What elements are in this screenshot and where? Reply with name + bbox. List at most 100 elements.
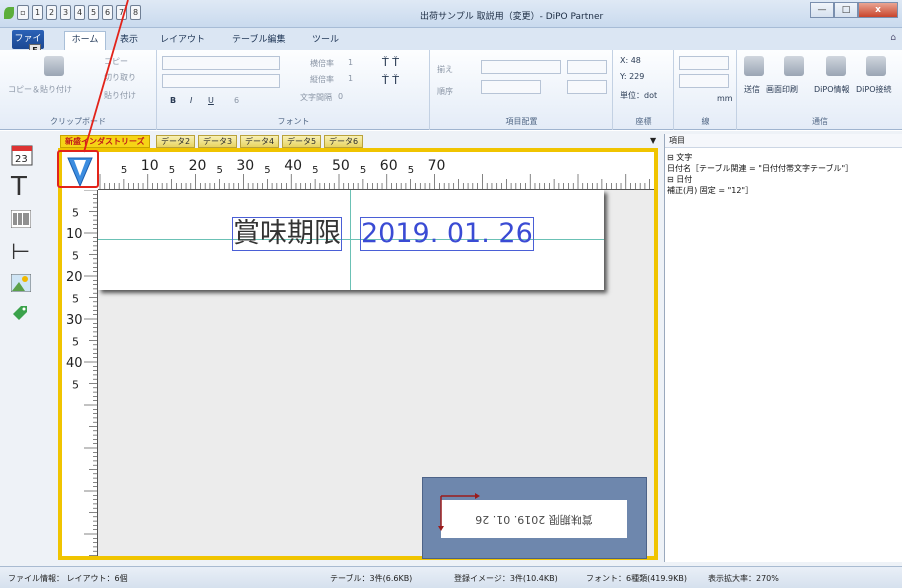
line-color-select[interactable] bbox=[679, 74, 729, 88]
bold-button[interactable]: B bbox=[170, 96, 176, 105]
vscale-value[interactable]: 1 bbox=[348, 74, 353, 83]
qat-layout-4[interactable]: 4 bbox=[74, 5, 85, 20]
paste-button[interactable]: 貼り付け bbox=[104, 90, 136, 101]
ruler-label: 40 bbox=[284, 158, 302, 174]
horizontal-ruler: 5 10 5 20 5 30 5 40 5 50 5 60 5 70 bbox=[98, 152, 654, 190]
italic-button[interactable]: I bbox=[190, 96, 192, 105]
qat-layout-8[interactable]: 8 bbox=[130, 5, 141, 20]
text-fit-icon[interactable]: Ť Ť bbox=[382, 74, 399, 87]
coord-y[interactable]: Y: 229 bbox=[620, 72, 644, 81]
underline-button[interactable]: U bbox=[208, 96, 214, 105]
screen-print-button[interactable]: 画面印刷 bbox=[766, 84, 798, 95]
dipo-info-button[interactable]: DiPO情報 bbox=[814, 84, 850, 95]
ruler-label: 70 bbox=[428, 158, 446, 174]
print-preview-thumbnail[interactable]: 賞味期限 2019. 01. 26 bbox=[422, 477, 647, 559]
minimize-button[interactable]: — bbox=[810, 2, 834, 18]
vertical-ruler: 5 10 5 20 5 30 5 40 5 bbox=[62, 190, 98, 556]
hscale-label: 横倍率 bbox=[310, 59, 334, 68]
spacing-buttons[interactable] bbox=[567, 80, 607, 94]
font-name-select[interactable] bbox=[162, 56, 280, 70]
ribbon: コピー＆貼り付け コピー 切り取り 貼り付け クリップボード 横倍率 1 縦倍率… bbox=[0, 50, 902, 130]
svg-text:23: 23 bbox=[15, 154, 28, 165]
spacing-label: 文字間隔 bbox=[300, 93, 332, 102]
line-tool-icon[interactable]: ⊢ bbox=[11, 242, 39, 270]
tabs-dropdown-icon[interactable]: ▼ bbox=[650, 136, 656, 145]
status-images: 登録イメージ：3件(10.4KB) bbox=[454, 574, 558, 583]
cut-button[interactable]: 切り取り bbox=[104, 72, 136, 83]
close-button[interactable]: x bbox=[858, 2, 898, 18]
ruler-label: 20 bbox=[189, 158, 207, 174]
tree-node-date[interactable]: ⊟ 日付 bbox=[667, 174, 853, 185]
tab-layout[interactable]: レイアウト bbox=[160, 32, 205, 45]
tab-tools[interactable]: ツール bbox=[312, 32, 339, 45]
tool-palette: 23 T ⊢ bbox=[5, 134, 53, 554]
ruler-label: 5 bbox=[72, 379, 79, 392]
group-label-coords: 座標 bbox=[635, 117, 652, 126]
layout-tab-2[interactable]: データ2 bbox=[156, 135, 196, 148]
group-label-line: 線 bbox=[701, 117, 710, 126]
qat-layout-1[interactable]: 1 bbox=[32, 5, 43, 20]
ruler-label: 5 bbox=[408, 165, 414, 176]
ruler-label: 5 bbox=[312, 165, 318, 176]
annotation-highlight-box bbox=[57, 150, 99, 188]
coord-x[interactable]: X: 48 bbox=[620, 56, 641, 65]
layout-tab-1[interactable]: 新盛インダストリーズ bbox=[60, 135, 150, 148]
layout-tab-6[interactable]: データ6 bbox=[324, 135, 364, 148]
dipo-connect-icon bbox=[866, 56, 886, 76]
distribute-buttons[interactable] bbox=[567, 60, 607, 74]
spacing-value[interactable]: 0 bbox=[338, 92, 343, 101]
tree-node-date-child[interactable]: 補正(月) 固定 = "12"］ bbox=[667, 185, 853, 196]
dipo-connect-button[interactable]: DiPO接続 bbox=[856, 84, 892, 95]
align-buttons[interactable] bbox=[481, 60, 561, 74]
tree-node-text[interactable]: ⊟ 文字 bbox=[667, 152, 853, 163]
group-arrange: 揃え 順序 項目配置 bbox=[431, 50, 613, 130]
layout-tab-3[interactable]: データ3 bbox=[198, 135, 238, 148]
qat-layout-6[interactable]: 6 bbox=[102, 5, 113, 20]
ruler-label: 30 bbox=[236, 158, 254, 174]
tab-table-edit[interactable]: テーブル編集 bbox=[232, 32, 285, 45]
text-direction-icon[interactable]: Ť Ť bbox=[382, 56, 399, 69]
save-icon[interactable]: ▫ bbox=[17, 5, 29, 20]
label-canvas[interactable]: 賞味期限 2019. 01. 26 bbox=[98, 190, 604, 290]
order-button[interactable]: 順序 bbox=[437, 86, 453, 97]
tab-view[interactable]: 表示 bbox=[120, 32, 138, 45]
calendar-tool-icon[interactable]: 23 bbox=[11, 142, 39, 170]
line-style-select[interactable] bbox=[679, 56, 729, 70]
image-tool-icon[interactable] bbox=[10, 273, 39, 302]
ruler-label: 5 bbox=[72, 336, 79, 349]
group-comm: 送信 画面印刷 DiPO情報 DiPO接続 通信 bbox=[738, 50, 902, 130]
hscale-value[interactable]: 1 bbox=[348, 58, 353, 67]
layout-tab-4[interactable]: データ4 bbox=[240, 135, 280, 148]
barcode-tool-icon[interactable] bbox=[10, 209, 39, 238]
item-tree: ⊟ 文字 日付名［テーブル関連 = "日付付帯文字テーブル"］ ⊟ 日付 補正(… bbox=[667, 152, 853, 196]
send-button[interactable]: 送信 bbox=[744, 84, 760, 95]
order-buttons[interactable] bbox=[481, 80, 541, 94]
copy-paste-button[interactable]: コピー＆貼り付け bbox=[8, 84, 72, 95]
font-size-value[interactable]: 6 bbox=[234, 96, 239, 105]
ruler-label: 50 bbox=[332, 158, 350, 174]
layout-tabs: 新盛インダストリーズ データ2 データ3 データ4 データ5 データ6 ▼ bbox=[58, 134, 662, 148]
send-icon bbox=[744, 56, 764, 76]
ruler-label: 10 bbox=[141, 158, 159, 174]
qat-layout-7[interactable]: 7 bbox=[116, 5, 127, 20]
copy-button[interactable]: コピー bbox=[104, 56, 128, 67]
font-style-select[interactable] bbox=[162, 74, 280, 88]
text-field-expiry-label[interactable]: 賞味期限 bbox=[232, 217, 342, 251]
help-icon[interactable]: ⌂ bbox=[890, 33, 896, 43]
tag-tool-icon[interactable] bbox=[11, 304, 39, 332]
qat-layout-3[interactable]: 3 bbox=[60, 5, 71, 20]
tree-node-text-child[interactable]: 日付名［テーブル関連 = "日付付帯文字テーブル"］ bbox=[667, 163, 853, 174]
tab-home[interactable]: ホーム bbox=[64, 31, 106, 50]
date-field-expiry[interactable]: 2019. 01. 26 bbox=[360, 217, 534, 251]
layout-tab-5[interactable]: データ5 bbox=[282, 135, 322, 148]
ruler-label: 5 bbox=[360, 165, 366, 176]
dipo-info-icon bbox=[826, 56, 846, 76]
group-font: 横倍率 1 縦倍率 1 文字間隔 0 B I U 6 Ť Ť Ť Ť フォント bbox=[158, 50, 430, 130]
qat-layout-2[interactable]: 2 bbox=[46, 5, 57, 20]
qat-layout-5[interactable]: 5 bbox=[88, 5, 99, 20]
maximize-button[interactable]: □ bbox=[834, 2, 858, 18]
ribbon-tab-bar: ファイル ホーム 表示 レイアウト テーブル編集 ツール ⌂ bbox=[0, 28, 902, 62]
text-tool-icon[interactable]: T bbox=[11, 174, 39, 202]
align-button[interactable]: 揃え bbox=[437, 64, 453, 75]
coord-unit[interactable]: 単位：dot bbox=[620, 90, 657, 101]
